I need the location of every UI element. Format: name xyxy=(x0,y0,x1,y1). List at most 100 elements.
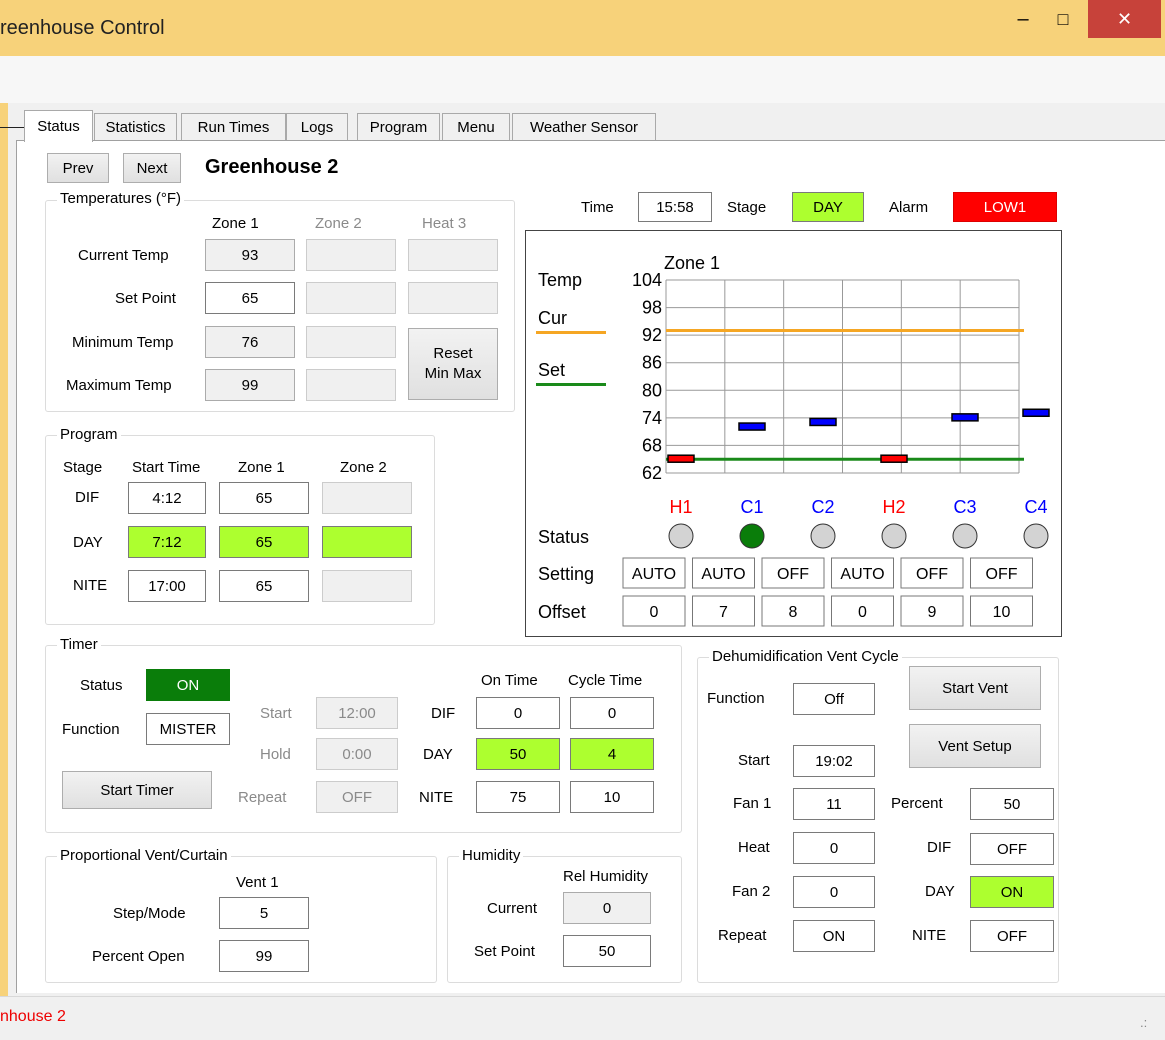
timer-repeat-value: OFF xyxy=(316,781,398,813)
tab-logs[interactable]: Logs xyxy=(286,113,348,140)
greenhouse-name: Greenhouse 2 xyxy=(205,156,339,178)
offset-row-label: Offset xyxy=(538,602,586,622)
program-nite-start[interactable]: 17:00 xyxy=(128,570,206,602)
close-button[interactable]: ✕ xyxy=(1088,0,1161,38)
timer-status-label: Status xyxy=(80,677,123,694)
status-led-c1 xyxy=(739,523,765,549)
percent-open-value[interactable]: 99 xyxy=(219,940,309,972)
timer-nite-cycle[interactable]: 10 xyxy=(570,781,654,813)
timer-dif-on[interactable]: 0 xyxy=(476,697,560,729)
program-dif-zone1[interactable]: 65 xyxy=(219,482,309,514)
program-day-zone1[interactable]: 65 xyxy=(219,526,309,558)
set-point-zone1[interactable]: 65 xyxy=(205,282,295,314)
status-row-label: Status xyxy=(538,527,589,547)
tab-weather-sensor[interactable]: Weather Sensor xyxy=(512,113,656,140)
step-mode-value[interactable]: 5 xyxy=(219,897,309,929)
y-tick-label: 74 xyxy=(642,408,662,428)
output-status-leds xyxy=(668,523,1049,549)
dehum-dif-value[interactable]: OFF xyxy=(970,833,1054,865)
stage-label: Stage xyxy=(727,199,767,216)
program-day-start[interactable]: 7:12 xyxy=(128,526,206,558)
tab-status[interactable]: Status xyxy=(24,110,93,142)
dehum-day-value[interactable]: ON xyxy=(970,876,1054,908)
timer-day-cycle[interactable]: 4 xyxy=(570,738,654,770)
vent-setup-button[interactable]: Vent Setup xyxy=(909,724,1041,768)
offset-value-c1: 7 xyxy=(719,604,728,621)
menu-bar xyxy=(0,56,1165,103)
status-led-c4 xyxy=(1023,523,1049,549)
next-button[interactable]: Next xyxy=(123,153,181,183)
resize-grip[interactable]: .: xyxy=(1140,1015,1147,1030)
tab-strip xyxy=(16,140,1165,141)
program-nite-zone1[interactable]: 65 xyxy=(219,570,309,602)
current-temp-label: Current Temp xyxy=(78,247,169,264)
program-stage-nite: NITE xyxy=(73,577,108,594)
maximize-button[interactable]: □ xyxy=(1041,0,1085,38)
output-marker-h2 xyxy=(880,454,908,463)
timer-hold-label: Hold xyxy=(260,746,291,763)
maximum-temp-zone2 xyxy=(306,369,396,401)
window-border xyxy=(0,103,8,1033)
offset-value-h1: 0 xyxy=(650,604,659,621)
zone-chart: 104 98 92 86 80 74 68 62 Zone 1 Temp Cur Set St… xyxy=(525,230,1062,637)
setting-value-h2: AUTO xyxy=(840,566,884,583)
dehum-function-value[interactable]: Off xyxy=(793,683,875,715)
dehum-percent-value[interactable]: 50 xyxy=(970,788,1054,820)
step-mode-label: Step/Mode xyxy=(113,905,186,922)
prev-button[interactable]: Prev xyxy=(47,153,109,183)
start-vent-button[interactable]: Start Vent xyxy=(909,666,1041,710)
tab-statistics[interactable]: Statistics xyxy=(94,113,177,140)
timer-function-label: Function xyxy=(62,721,120,738)
maximum-temp-label: Maximum Temp xyxy=(66,377,172,394)
dehum-fan1-value[interactable]: 11 xyxy=(793,788,875,820)
setting-value-c1: AUTO xyxy=(701,566,745,583)
legend-cur-swatch xyxy=(536,331,606,334)
dehum-percent-label: Percent xyxy=(891,795,943,812)
timer-nite-label: NITE xyxy=(419,789,454,806)
current-temp-heat3 xyxy=(408,239,498,271)
status-led-c3 xyxy=(952,523,978,549)
proportional-vent-title: Proportional Vent/Curtain xyxy=(57,847,231,864)
cycle-time-header: Cycle Time xyxy=(568,672,643,689)
current-temp-zone1: 93 xyxy=(205,239,295,271)
timer-nite-on[interactable]: 75 xyxy=(476,781,560,813)
zone1-header: Zone 1 xyxy=(212,215,259,232)
dehum-fan2-value[interactable]: 0 xyxy=(793,876,875,908)
output-label-c4: C4 xyxy=(1024,497,1047,517)
legend-set-swatch xyxy=(536,383,606,386)
dehum-heat-value[interactable]: 0 xyxy=(793,832,875,864)
start-timer-button[interactable]: Start Timer xyxy=(62,771,212,809)
set-point-heat3 xyxy=(408,282,498,314)
offset-value-c2: 8 xyxy=(789,604,798,621)
program-zone1-header: Zone 1 xyxy=(238,459,285,476)
vent1-header: Vent 1 xyxy=(236,874,279,891)
dehum-repeat-value[interactable]: ON xyxy=(793,920,875,952)
dehum-heat-label: Heat xyxy=(738,839,770,856)
timer-day-on[interactable]: 50 xyxy=(476,738,560,770)
dehum-start-value[interactable]: 19:02 xyxy=(793,745,875,777)
dehum-nite-value[interactable]: OFF xyxy=(970,920,1054,952)
setting-value-c3: OFF xyxy=(916,566,948,583)
dehum-dif-label: DIF xyxy=(927,839,952,856)
program-dif-start[interactable]: 4:12 xyxy=(128,482,206,514)
timer-dif-label: DIF xyxy=(431,705,456,722)
dehum-start-label: Start xyxy=(738,752,770,769)
tab-program[interactable]: Program xyxy=(357,113,440,140)
chart-grid xyxy=(665,279,1020,474)
program-day-zone2 xyxy=(322,526,412,558)
minimize-button[interactable]: – xyxy=(1005,0,1041,38)
humidity-set-value[interactable]: 50 xyxy=(563,935,651,967)
status-led-h2 xyxy=(881,523,907,549)
timer-dif-cycle[interactable]: 0 xyxy=(570,697,654,729)
timer-title: Timer xyxy=(57,636,101,653)
tab-menu[interactable]: Menu xyxy=(442,113,510,140)
chart-title: Zone 1 xyxy=(664,253,720,273)
reset-min-max-button[interactable]: Reset Min Max xyxy=(408,328,498,400)
tab-run-times[interactable]: Run Times xyxy=(181,113,286,140)
dehum-fan1-label: Fan 1 xyxy=(733,795,772,812)
dehum-function-label: Function xyxy=(707,690,765,707)
output-label-h2: H2 xyxy=(882,497,905,517)
temperatures-title: Temperatures (°F) xyxy=(57,190,185,207)
timer-function-value[interactable]: MISTER xyxy=(146,713,230,745)
alarm-value: LOW1 xyxy=(953,192,1057,222)
